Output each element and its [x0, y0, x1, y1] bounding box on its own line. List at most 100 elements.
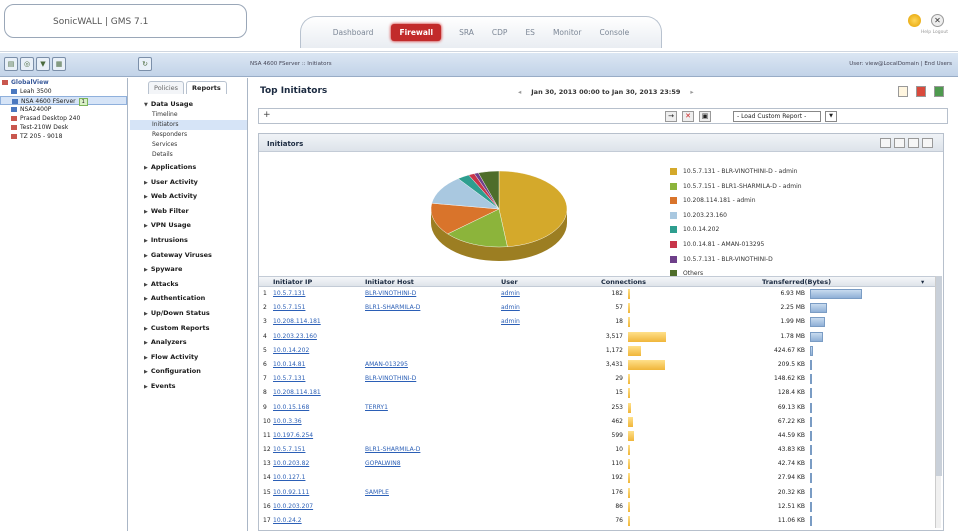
- table-row[interactable]: 4 10.203.23.160 3,517 1.78 MB: [259, 330, 937, 344]
- save-filter-icon[interactable]: ▣: [699, 111, 711, 122]
- column-header-4[interactable]: Connections: [601, 278, 646, 286]
- initiator-ip-link[interactable]: 10.0.203.207: [273, 503, 313, 510]
- add-filter-icon[interactable]: +: [263, 110, 271, 120]
- line-view-icon[interactable]: [908, 138, 919, 148]
- load-custom-report-select[interactable]: - Load Custom Report -: [733, 111, 821, 122]
- column-header-5[interactable]: Transferred(Bytes): [762, 278, 831, 286]
- nav-section-web-filter[interactable]: ▶ Web Filter: [130, 204, 247, 219]
- initiator-host-link[interactable]: BLR1-SHARMILA-D: [365, 446, 420, 453]
- initiator-ip-link[interactable]: 10.208.114.181: [273, 389, 321, 396]
- table-row[interactable]: 16 10.0.203.207 86 12.51 KB: [259, 500, 937, 514]
- help-label[interactable]: Help: [921, 30, 931, 35]
- schedule-icon[interactable]: [898, 86, 908, 97]
- tab-firewall[interactable]: Firewall: [391, 24, 442, 41]
- initiator-host-link[interactable]: BLR-VINOTHINI-D: [365, 290, 416, 297]
- initiator-ip-link[interactable]: 10.5.7.151: [273, 446, 305, 453]
- table-row[interactable]: 9 10.0.15.168 TERRY1 253 69.13 KB: [259, 401, 937, 415]
- table-row[interactable]: 2 10.5.7.151 BLR1-SHARMILA-D admin 57 2.25 MB: [259, 301, 937, 315]
- folder-icon[interactable]: ▤: [4, 57, 18, 71]
- initiator-ip-link[interactable]: 10.0.92.111: [273, 489, 309, 496]
- table-row[interactable]: 11 10.197.6.254 599 44.59 KB: [259, 429, 937, 443]
- initiator-ip-link[interactable]: 10.0.15.168: [273, 404, 309, 411]
- initiator-ip-link[interactable]: 10.5.7.151: [273, 304, 305, 311]
- nav-section-events[interactable]: ▶ Events: [130, 379, 247, 394]
- nav-item-initiators[interactable]: Initiators: [130, 120, 247, 130]
- nav-item-details[interactable]: Details: [130, 150, 247, 160]
- initiator-ip-link[interactable]: 10.0.24.2: [273, 517, 302, 524]
- initiator-ip-link[interactable]: 10.0.14.81: [273, 361, 305, 368]
- clear-filter-icon[interactable]: ✕: [682, 111, 694, 122]
- column-header-3[interactable]: User: [501, 278, 518, 286]
- nav-section-user-activity[interactable]: ▶ User Activity: [130, 175, 247, 190]
- table-row[interactable]: 17 10.0.24.2 76 11.06 KB: [259, 514, 937, 528]
- chevron-down-icon[interactable]: ▼: [825, 111, 837, 122]
- table-row[interactable]: 15 10.0.92.111 SAMPLE 176 20.32 KB: [259, 486, 937, 500]
- vertical-scrollbar[interactable]: [935, 276, 942, 528]
- initiator-host-link[interactable]: BLR1-SHARMILA-D: [365, 304, 420, 311]
- tab-policies[interactable]: Policies: [148, 81, 185, 94]
- tree-item-6[interactable]: TZ 205 - 9018: [0, 132, 127, 141]
- chart-view-icon[interactable]: [880, 138, 891, 148]
- tab-console[interactable]: Console: [599, 28, 629, 37]
- tab-es[interactable]: ES: [525, 28, 535, 37]
- refresh-icon[interactable]: ↻: [138, 57, 152, 71]
- initiator-host-link[interactable]: BLR-VINOTHINI-D: [365, 375, 416, 382]
- initiator-ip-link[interactable]: 10.0.14.202: [273, 347, 309, 354]
- tree-item-4[interactable]: Prasad Desktop 240: [0, 114, 127, 123]
- tree-item-2[interactable]: NSA 4600 FServer 1: [0, 96, 127, 106]
- initiator-host-link[interactable]: SAMPLE: [365, 489, 389, 496]
- initiator-ip-link[interactable]: 10.208.114.181: [273, 318, 321, 325]
- table-row[interactable]: 12 10.5.7.151 BLR1-SHARMILA-D 10 43.83 KB: [259, 443, 937, 457]
- group-icon[interactable]: ▦: [52, 57, 66, 71]
- user-link[interactable]: admin: [501, 304, 520, 311]
- nav-section-data-usage[interactable]: ▼ Data Usage: [130, 98, 247, 110]
- table-row[interactable]: 1 10.5.7.131 BLR-VINOTHINI-D admin 182 6.93 M…: [259, 287, 937, 301]
- logout-icon[interactable]: ✕: [931, 14, 944, 27]
- table-row[interactable]: 5 10.0.14.202 1,172 424.67 KB: [259, 344, 937, 358]
- nav-section-flow-activity[interactable]: ▶ Flow Activity: [130, 350, 247, 365]
- tab-reports[interactable]: Reports: [186, 81, 227, 94]
- logout-label[interactable]: Logout: [933, 30, 948, 35]
- table-row[interactable]: 7 10.5.7.131 BLR-VINOTHINI-D 29 148.62 KB: [259, 372, 937, 386]
- nav-section-analyzers[interactable]: ▶ Analyzers: [130, 335, 247, 350]
- user-link[interactable]: admin: [501, 290, 520, 297]
- nav-section-configuration[interactable]: ▶ Configuration: [130, 364, 247, 379]
- tab-sra[interactable]: SRA: [459, 28, 474, 37]
- apply-filter-icon[interactable]: →: [665, 111, 677, 122]
- column-header-1[interactable]: Initiator IP: [273, 278, 312, 286]
- user-link[interactable]: admin: [501, 318, 520, 325]
- initiator-host-link[interactable]: AMAN-013295: [365, 361, 408, 368]
- sort-menu-icon[interactable]: ▾: [921, 278, 924, 286]
- initiator-ip-link[interactable]: 10.0.203.82: [273, 460, 309, 467]
- nav-item-services[interactable]: Services: [130, 140, 247, 150]
- table-row[interactable]: 13 10.0.203.82 GOPALWIN8 110 42.74 KB: [259, 457, 937, 471]
- initiator-ip-link[interactable]: 10.0.127.1: [273, 474, 305, 481]
- tree-item-1[interactable]: Leah 3500: [0, 87, 127, 96]
- initiator-ip-link[interactable]: 10.203.23.160: [273, 333, 317, 340]
- tree-item-5[interactable]: Test-210W Desk: [0, 123, 127, 132]
- next-date-icon[interactable]: ▸: [690, 88, 693, 96]
- initiator-ip-link[interactable]: 10.0.3.36: [273, 418, 302, 425]
- nav-section-spyware[interactable]: ▶ Spyware: [130, 262, 247, 277]
- prev-date-icon[interactable]: ◂: [518, 88, 521, 96]
- nav-section-web-activity[interactable]: ▶ Web Activity: [130, 189, 247, 204]
- nav-section-up-down-status[interactable]: ▶ Up/Down Status: [130, 306, 247, 321]
- initiator-host-link[interactable]: TERRY1: [365, 404, 388, 411]
- nav-item-responders[interactable]: Responders: [130, 130, 247, 140]
- filter-icon[interactable]: ▼: [36, 57, 50, 71]
- globe-icon[interactable]: ◎: [20, 57, 34, 71]
- tab-monitor[interactable]: Monitor: [553, 28, 582, 37]
- nav-section-gateway-viruses[interactable]: ▶ Gateway Viruses: [130, 248, 247, 263]
- tree-root-globalview[interactable]: GlobalView: [0, 78, 127, 87]
- table-row[interactable]: 10 10.0.3.36 462 67.22 KB: [259, 415, 937, 429]
- pie-chart[interactable]: [424, 164, 574, 274]
- initiator-ip-link[interactable]: 10.5.7.131: [273, 290, 305, 297]
- bar-view-icon[interactable]: [894, 138, 905, 148]
- help-icon[interactable]: [908, 14, 921, 27]
- table-row[interactable]: 8 10.208.114.181 15 128.4 KB: [259, 386, 937, 400]
- export-icon[interactable]: [934, 86, 944, 97]
- column-header-2[interactable]: Initiator Host: [365, 278, 414, 286]
- nav-section-authentication[interactable]: ▶ Authentication: [130, 291, 247, 306]
- nav-section-applications[interactable]: ▶ Applications: [130, 160, 247, 175]
- table-row[interactable]: 3 10.208.114.181 admin 18 1.99 MB: [259, 315, 937, 329]
